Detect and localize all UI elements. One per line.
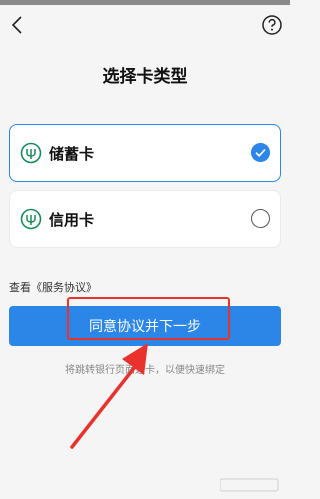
card-type-credit[interactable]: 信用卡 [9,190,281,248]
annotation-arrow-icon [70,343,148,449]
agree-next-button[interactable]: 同意协议并下一步 [9,306,281,346]
nav-bar [0,5,290,45]
bank-logo-icon [20,208,42,230]
checkmark-selected-icon[interactable] [251,143,270,162]
radio-unselected-icon[interactable] [251,209,270,228]
agreement-line: 查看《服务协议》 [9,279,97,295]
chevron-left-icon[interactable] [6,13,30,37]
watermark [219,478,280,495]
card-type-debit[interactable]: 储蓄卡 [9,124,281,182]
service-agreement-link[interactable]: 《服务协议》 [31,281,97,294]
page-title: 选择卡类型 [102,67,188,87]
bank-logo-icon [20,142,42,164]
redirect-hint: 将跳转银行页面选卡，以便快速绑定 [65,365,225,376]
card-type-label: 信用卡 [49,211,95,229]
question-circle-icon[interactable] [260,13,284,37]
card-type-label: 储蓄卡 [49,145,95,163]
agreement-prefix: 查看 [9,281,31,294]
